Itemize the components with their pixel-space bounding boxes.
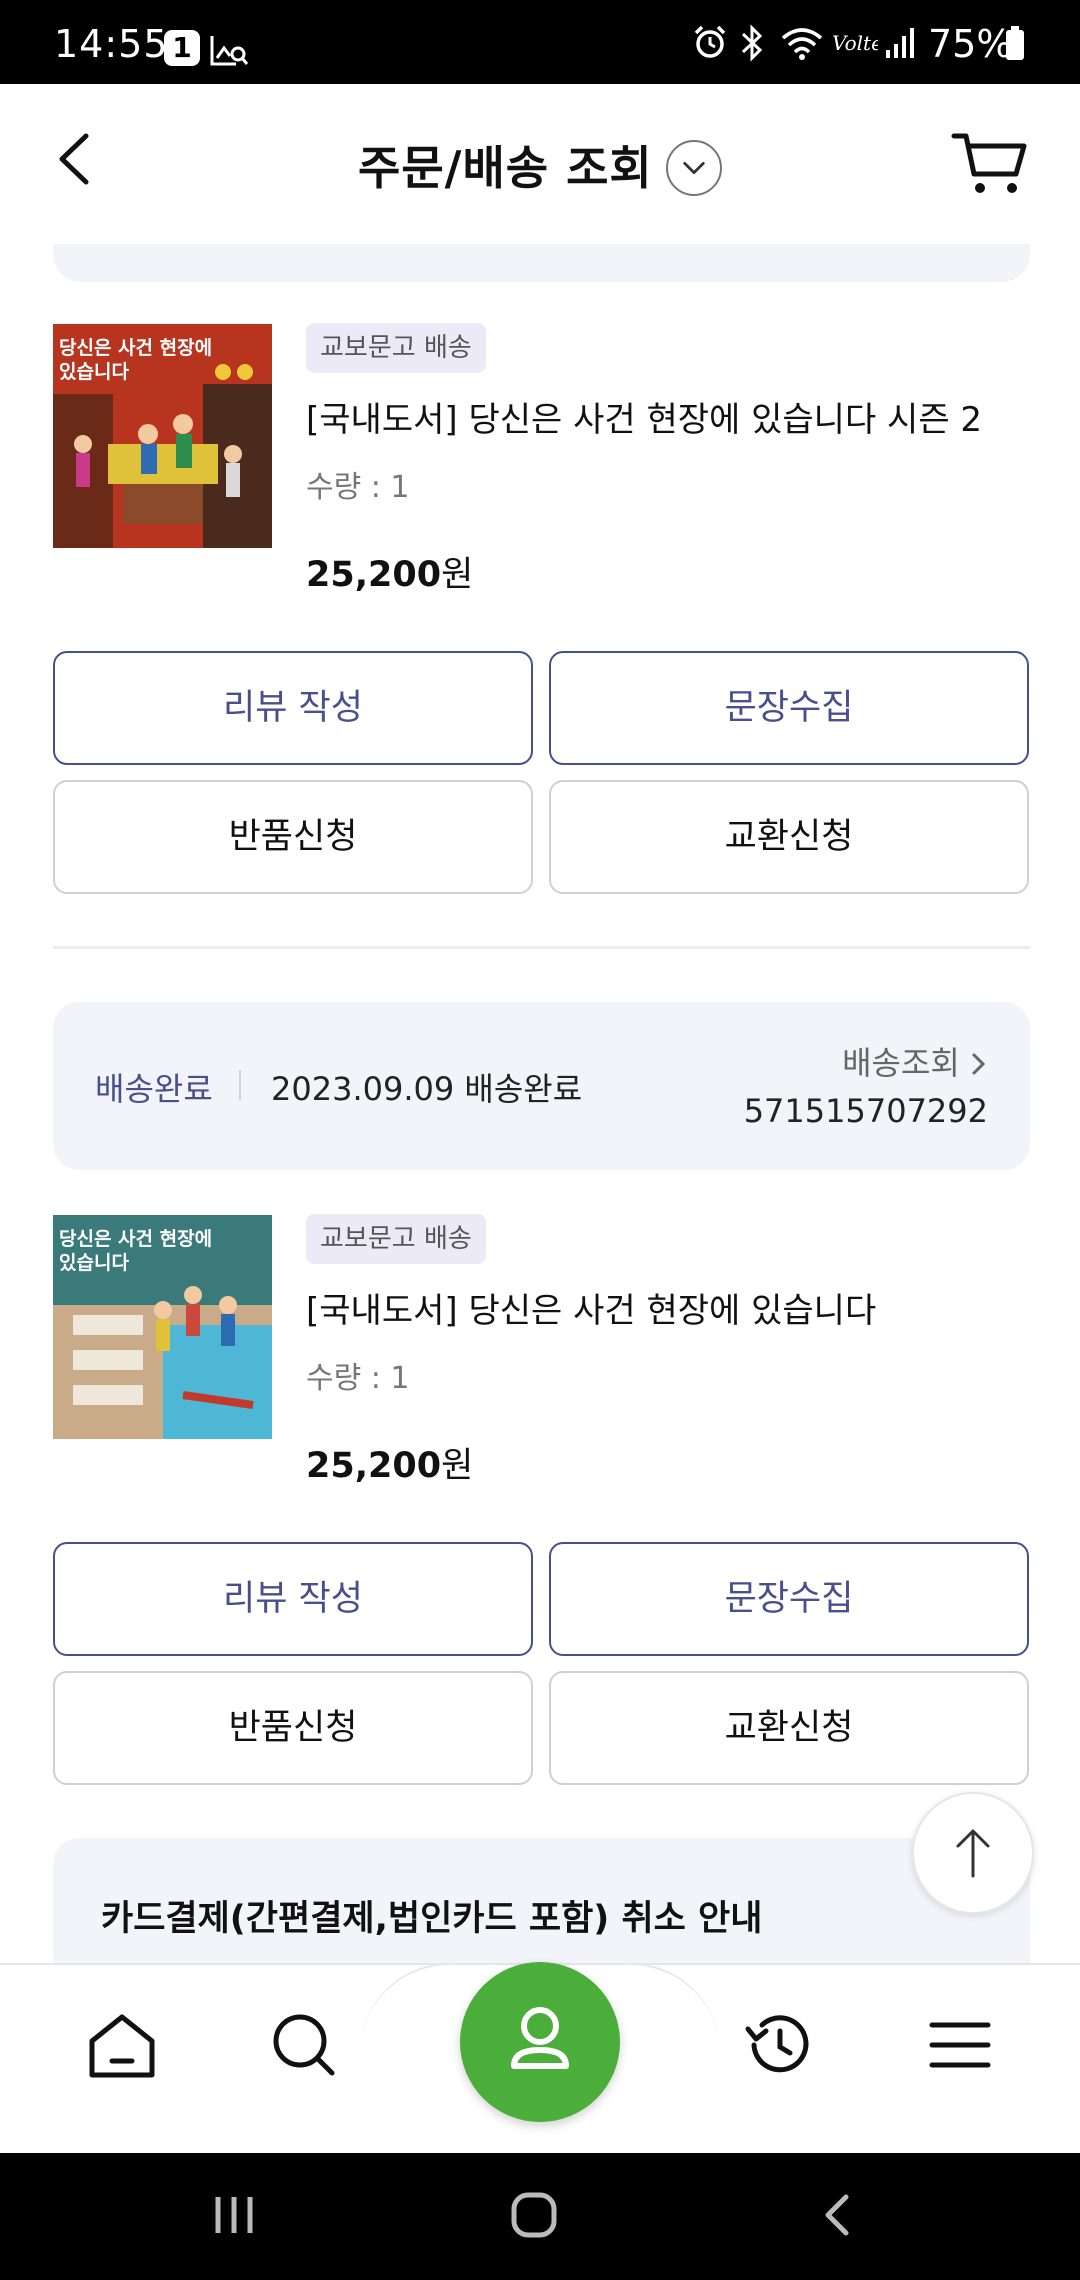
chevron-right-icon (972, 1053, 986, 1075)
exchange-request-button[interactable]: 교환신청 (549, 780, 1029, 894)
section-divider (53, 946, 1030, 949)
svg-text:Volte: Volte (832, 31, 878, 55)
scroll-to-top-button[interactable] (912, 1792, 1034, 1914)
wifi-icon (781, 28, 823, 60)
track-shipment-link[interactable]: 배송조회 (842, 1038, 988, 1084)
volte-icon: Volte (832, 31, 878, 55)
bluetooth-icon (741, 24, 763, 62)
status-bar: 14:55 1 Volte 75% (0, 0, 1080, 84)
back-icon[interactable] (48, 124, 108, 194)
page-title: 주문/배송 조회 (358, 141, 653, 195)
notification-count-badge: 1 (164, 30, 200, 66)
svg-text:당신은 사건 현장에: 당신은 사건 현장에 (59, 337, 212, 359)
svg-text:있습니다: 있습니다 (59, 1252, 129, 1274)
shipping-status-box: 배송완료 2023.09.09 배송완료 배송조회 571515707292 (53, 1002, 1030, 1170)
book-cover-image[interactable]: 당신은 사건 현장에 있습니다 (53, 324, 272, 548)
user-icon (511, 2007, 569, 2069)
item-price: 25,200원 (306, 546, 473, 597)
cart-icon[interactable] (950, 128, 1030, 198)
shipping-date: 2023.09.09 배송완료 (271, 1070, 583, 1108)
system-navigation-bar (0, 2153, 1080, 2280)
item-price-unit: 원 (441, 555, 474, 595)
battery-percent: 75% (928, 22, 1013, 66)
write-review-button[interactable]: 리뷰 작성 (53, 651, 533, 765)
svg-text:있습니다: 있습니다 (59, 361, 129, 383)
book-cover-image[interactable]: 당신은 사건 현장에 있습니다 (53, 1215, 272, 1439)
alarm-icon (694, 25, 726, 58)
item-title[interactable]: [국내도서] 당신은 사건 현장에 있습니다 (306, 1283, 876, 1332)
item-title[interactable]: [국내도서] 당신은 사건 현장에 있습니다 시즌 2 (306, 392, 982, 441)
return-request-button[interactable]: 반품신청 (53, 1671, 533, 1785)
item-quantity: 수량 : 1 (306, 1361, 410, 1396)
delivery-badge: 교보문고 배송 (306, 323, 486, 373)
collect-sentence-button[interactable]: 문장수집 (549, 1542, 1029, 1656)
recent-apps-icon[interactable] (210, 2191, 258, 2239)
item-price-unit: 원 (441, 1446, 474, 1486)
home-circle-icon[interactable] (510, 2191, 558, 2239)
battery-icon (1006, 26, 1024, 60)
track-shipment-label: 배송조회 (842, 1044, 960, 1082)
previous-shipping-box (53, 244, 1030, 282)
search-icon[interactable] (266, 2007, 342, 2083)
svg-text:당신은 사건 현장에: 당신은 사건 현장에 (59, 1228, 212, 1250)
chevron-down-icon[interactable] (666, 140, 722, 196)
item-quantity: 수량 : 1 (306, 470, 410, 505)
menu-icon[interactable] (922, 2007, 998, 2083)
write-review-button[interactable]: 리뷰 작성 (53, 1542, 533, 1656)
item-price-number: 25,200 (306, 1446, 442, 1486)
arrow-up-icon (956, 1829, 990, 1878)
separator (239, 1070, 241, 1100)
shipping-status: 배송완료 (95, 1070, 213, 1108)
back-system-icon[interactable] (814, 2191, 862, 2239)
tracking-number: 571515707292 (743, 1092, 988, 1130)
my-page-button[interactable] (460, 1962, 620, 2122)
item-price-number: 25,200 (306, 555, 442, 595)
cancel-notice-title: 카드결제(간편결제,법인카드 포함) 취소 안내 (101, 1899, 763, 1939)
collect-sentence-button[interactable]: 문장수집 (549, 651, 1029, 765)
home-icon[interactable] (84, 2007, 160, 2083)
gallery-search-icon (210, 36, 249, 66)
signal-icon (886, 28, 914, 58)
status-time: 14:55 (54, 22, 169, 66)
exchange-request-button[interactable]: 교환신청 (549, 1671, 1029, 1785)
item-price: 25,200원 (306, 1437, 473, 1488)
app-header: 주문/배송 조회 (0, 84, 1080, 244)
return-request-button[interactable]: 반품신청 (53, 780, 533, 894)
history-icon[interactable] (740, 2007, 816, 2083)
delivery-badge: 교보문고 배송 (306, 1214, 486, 1264)
